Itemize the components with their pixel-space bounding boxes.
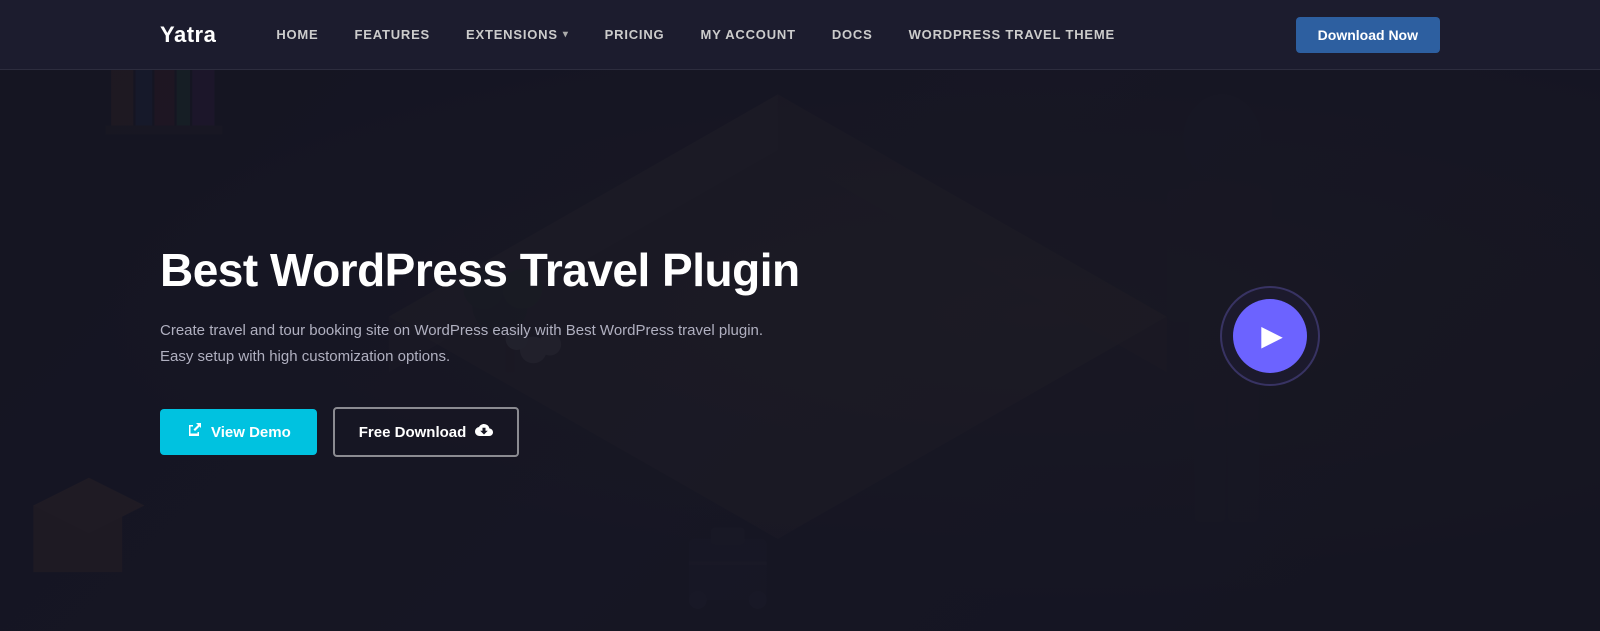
hero-text-block: Best WordPress Travel Plugin Create trav… [160, 244, 800, 458]
nav-docs[interactable]: DOCS [832, 27, 873, 42]
hero-subtitle: Create travel and tour booking site on W… [160, 318, 800, 369]
nav-download-button[interactable]: Download Now [1296, 17, 1440, 53]
play-button-container: ▶ [1220, 286, 1320, 386]
main-nav: HOME FEATURES EXTENSIONS ▾ PRICING MY AC… [276, 27, 1295, 42]
nav-pricing[interactable]: PRICING [605, 27, 665, 42]
chevron-down-icon: ▾ [563, 29, 569, 40]
play-button-outer[interactable]: ▶ [1220, 286, 1320, 386]
site-logo[interactable]: Yatra [160, 22, 216, 48]
nav-home[interactable]: HOME [276, 27, 318, 42]
nav-my-account[interactable]: MY ACCOUNT [700, 27, 795, 42]
play-button[interactable]: ▶ [1233, 299, 1307, 373]
site-header: Yatra HOME FEATURES EXTENSIONS ▾ PRICING… [0, 0, 1600, 70]
nav-features[interactable]: FEATURES [355, 27, 431, 42]
hero-section: Yatra HOME FEATURES EXTENSIONS ▾ PRICING… [0, 0, 1600, 631]
nav-extensions[interactable]: EXTENSIONS ▾ [466, 27, 569, 42]
hero-buttons: View Demo Free Download [160, 407, 800, 457]
nav-wp-travel-theme[interactable]: WORDPRESS TRAVEL THEME [909, 27, 1115, 42]
view-demo-button[interactable]: View Demo [160, 409, 317, 455]
play-icon: ▶ [1261, 319, 1283, 352]
external-link-icon [186, 422, 202, 442]
free-download-button[interactable]: Free Download [333, 407, 520, 457]
download-cloud-icon [475, 421, 493, 443]
hero-content: Best WordPress Travel Plugin Create trav… [0, 70, 1600, 631]
hero-title: Best WordPress Travel Plugin [160, 244, 800, 297]
